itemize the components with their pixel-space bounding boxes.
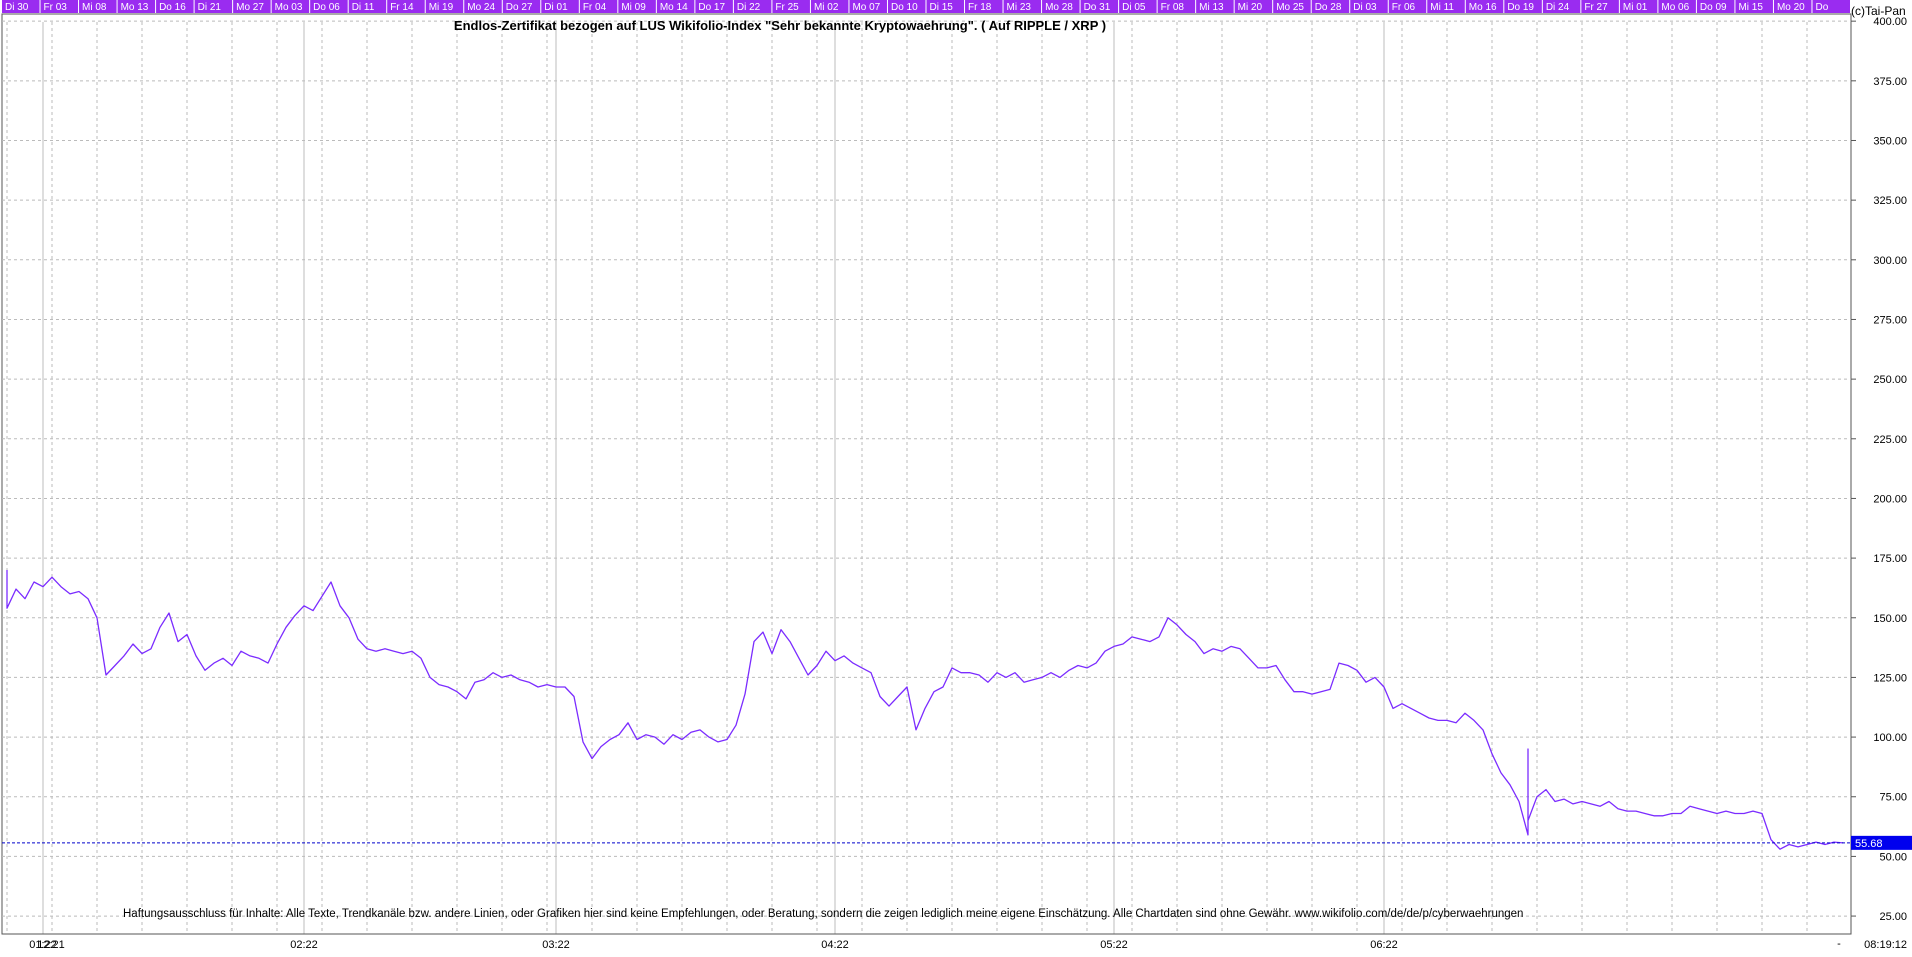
y-tick-label: 350.00 [1873, 135, 1907, 147]
date-strip-label: Mi 19 [429, 2, 454, 13]
date-strip-label: Mo 07 [852, 2, 880, 13]
x-month-label: 06:22 [1370, 939, 1398, 951]
date-strip-label: Mo 24 [467, 2, 495, 13]
chart-title: Endlos-Zertifikat bezogen auf LUS Wikifo… [454, 18, 1106, 33]
date-strip-label: Mi 15 [1738, 2, 1763, 13]
date-strip-label: Mi 13 [1199, 2, 1224, 13]
y-tick-label: 300.00 [1873, 255, 1907, 267]
chart-background [0, 0, 1912, 952]
date-strip-label: Fr 27 [1584, 2, 1608, 13]
y-tick-label: 325.00 [1873, 195, 1907, 207]
chart-svg: Di 30 Fr 03 Mi 08 Mo 13 Do 16 Di 21 Mo 27 Mo 03… [0, 0, 1912, 952]
disclaimer-text: Haftungsausschluss für Inhalte: Alle Tex… [123, 908, 1523, 920]
last-price-label: 55.68 [1855, 838, 1883, 850]
date-strip-label: Mo 16 [1469, 2, 1497, 13]
date-strip-label: Do 09 [1700, 2, 1727, 13]
x-end-marker: - [1837, 938, 1841, 950]
date-strip-label: Mi 09 [621, 2, 646, 13]
y-tick-label: 275.00 [1873, 314, 1907, 326]
y-tick-label: 250.00 [1873, 374, 1907, 386]
y-tick-label: 225.00 [1873, 434, 1907, 446]
date-strip-label: Mo 06 [1661, 2, 1689, 13]
date-strip-label: Di 30 [5, 2, 29, 13]
x-month-label: 05:22 [1100, 939, 1128, 951]
date-strip-label: Do [1815, 2, 1828, 13]
date-strip-label: Di 01 [544, 2, 568, 13]
date-strip-label: Mi 08 [82, 2, 107, 13]
date-strip-label: Do 19 [1507, 2, 1534, 13]
date-strip-label: Mo 27 [236, 2, 264, 13]
date-strip-label: Mi 02 [814, 2, 839, 13]
date-strip-label: Di 03 [1353, 2, 1377, 13]
x-month-label: 04:22 [821, 939, 849, 951]
date-strip-label: Mi 01 [1623, 2, 1648, 13]
x-month-label: 03:22 [542, 939, 570, 951]
date-strip-label: Fr 03 [44, 2, 68, 13]
y-tick-label: 25.00 [1879, 911, 1907, 923]
x-end-time-label: 08:19:12 [1864, 939, 1907, 951]
x-month-label: 02:22 [290, 939, 318, 951]
date-strip-label: Fr 18 [968, 2, 992, 13]
date-strip-label: Do 10 [891, 2, 918, 13]
date-strip-label: Fr 04 [583, 2, 607, 13]
date-strip-label: Di 24 [1546, 2, 1570, 13]
date-strip-label: Do 16 [159, 2, 186, 13]
date-strip-label: Mo 28 [1045, 2, 1073, 13]
y-tick-label: 175.00 [1873, 553, 1907, 565]
date-strip-label: Do 31 [1084, 2, 1111, 13]
date-strip-label: Mi 11 [1430, 2, 1454, 13]
date-strip-label: Mo 13 [121, 2, 149, 13]
y-tick-label: 50.00 [1879, 851, 1907, 863]
date-strip-label: Mo 20 [1777, 2, 1805, 13]
date-strip-label: Mo 03 [275, 2, 303, 13]
date-strip-label: Fr 14 [390, 2, 414, 13]
date-strip-label: Di 05 [1122, 2, 1146, 13]
date-strip-label: Do 06 [313, 2, 340, 13]
date-strip-label: Do 17 [698, 2, 725, 13]
y-tick-label: 150.00 [1873, 613, 1907, 625]
date-strip-label: Di 15 [930, 2, 954, 13]
date-strip-label: Do 27 [506, 2, 533, 13]
date-strip-label: Fr 08 [1161, 2, 1185, 13]
y-tick-label: 375.00 [1873, 76, 1907, 88]
date-strip-label: Di 11 [352, 2, 375, 13]
y-tick-label: 75.00 [1879, 792, 1907, 804]
date-strip-label: Fr 06 [1392, 2, 1416, 13]
y-tick-label: 100.00 [1873, 732, 1907, 744]
date-strip-label: Mo 14 [660, 2, 688, 13]
y-tick-label: 200.00 [1873, 493, 1907, 505]
date-strip-label: Fr 25 [775, 2, 799, 13]
date-strip-label: Di 21 [198, 2, 222, 13]
y-tick-label: 125.00 [1873, 672, 1907, 684]
date-strip-label: Di 22 [737, 2, 761, 13]
chart: Di 30 Fr 03 Mi 08 Mo 13 Do 16 Di 21 Mo 27 Mo 03… [0, 0, 1912, 952]
x-month-label: 01:22 [29, 939, 57, 951]
date-strip-label: Mi 20 [1238, 2, 1263, 13]
corner-label: (c)Tai-Pan [1851, 4, 1906, 18]
date-strip-label: Mi 23 [1007, 2, 1032, 13]
date-strip-label: Mo 25 [1276, 2, 1304, 13]
date-strip-label: Do 28 [1315, 2, 1342, 13]
